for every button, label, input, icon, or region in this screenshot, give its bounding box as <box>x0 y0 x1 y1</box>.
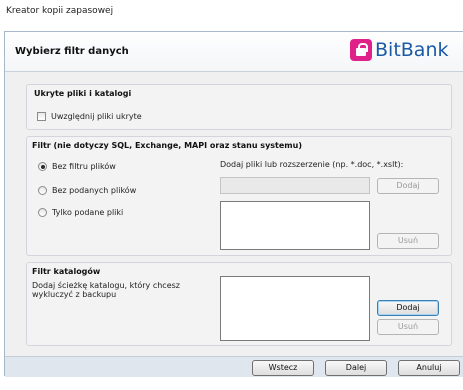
remove-folder-button[interactable]: Usuń <box>377 319 439 335</box>
folder-filter-group: Filtr katalogów Dodaj ścieżkę katalogu, … <box>26 262 452 346</box>
group-title: Ukryte pliki i katalogi <box>34 89 132 98</box>
group-title: Filtr katalogów <box>32 267 101 276</box>
wizard-footer: Wstecz Dalej Anuluj <box>5 356 463 377</box>
folder-list[interactable] <box>220 276 370 341</box>
radio-only-files-label[interactable]: Tylko podane pliki <box>52 208 123 217</box>
extension-input[interactable] <box>220 177 370 194</box>
radio-exclude-files-label[interactable]: Bez podanych plików <box>52 186 136 195</box>
radio-exclude-files[interactable] <box>38 186 47 195</box>
lock-icon <box>350 39 372 61</box>
back-button[interactable]: Wstecz <box>252 360 314 376</box>
wizard-header: Wybierz filtr danych BitBank <box>5 32 463 72</box>
add-folder-button[interactable]: Dodaj <box>377 300 439 316</box>
logo-text: BitBank <box>375 39 449 61</box>
extension-label: Dodaj pliki lub rozszerzenie (np. *.doc,… <box>220 160 404 169</box>
bitbank-logo: BitBank <box>350 37 449 63</box>
radio-no-file-filter-label[interactable]: Bez filtru plików <box>52 162 116 171</box>
radio-no-file-filter[interactable] <box>38 162 47 171</box>
hidden-files-group: Ukryte pliki i katalogi Uwzględnij pliki… <box>26 84 452 130</box>
include-hidden-checkbox[interactable] <box>37 112 46 121</box>
wizard-window: Wybierz filtr danych BitBank Ukryte plik… <box>4 31 463 377</box>
cancel-button[interactable]: Anuluj <box>398 360 460 376</box>
next-button[interactable]: Dalej <box>325 360 387 376</box>
page-title: Wybierz filtr danych <box>15 46 129 57</box>
group-title: Filtr (nie dotyczy SQL, Exchange, MAPI o… <box>32 141 302 150</box>
window-title: Kreator kopii zapasowej <box>6 6 114 16</box>
file-list[interactable] <box>220 201 370 250</box>
file-filter-group: Filtr (nie dotyczy SQL, Exchange, MAPI o… <box>26 136 452 256</box>
radio-only-files[interactable] <box>38 208 47 217</box>
add-file-button[interactable]: Dodaj <box>377 178 439 194</box>
include-hidden-label[interactable]: Uwzględnij pliki ukryte <box>51 112 142 121</box>
folder-filter-description: Dodaj ścieżkę katalogu, który chcesz wyk… <box>32 281 180 299</box>
remove-file-button[interactable]: Usuń <box>377 233 439 249</box>
window-titlebar: Kreator kopii zapasowej <box>0 0 463 26</box>
